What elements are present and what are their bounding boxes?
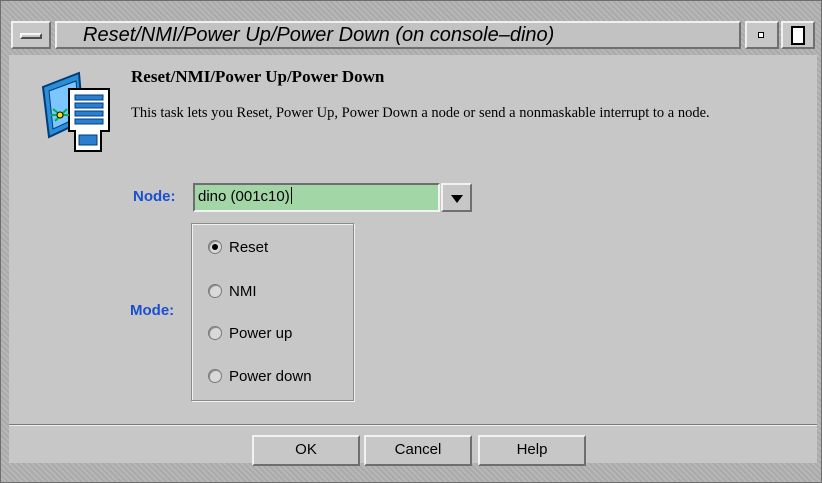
maximize-icon: [791, 26, 805, 45]
mode-radio-group: Reset NMI Power up Power down: [191, 223, 354, 401]
radio-label-power-up: Power up: [229, 324, 293, 342]
task-icon: [41, 71, 110, 152]
minimize-icon: [758, 32, 764, 38]
cancel-button[interactable]: Cancel: [364, 435, 472, 466]
mode-label: Mode:: [130, 302, 175, 319]
radio-option-power-down[interactable]: Power down: [208, 365, 312, 387]
radio-option-reset[interactable]: Reset: [208, 236, 268, 258]
dialog-content: Reset/NMI/Power Up/Power Down This task …: [9, 55, 817, 466]
node-dropdown-button[interactable]: [441, 183, 472, 212]
ok-button[interactable]: OK: [252, 435, 360, 466]
task-title: Reset/NMI/Power Up/Power Down: [131, 67, 385, 86]
radio-button[interactable]: [208, 369, 222, 383]
radio-button[interactable]: [208, 326, 222, 340]
radio-button-checked[interactable]: [208, 240, 222, 254]
radio-label-nmi: NMI: [229, 282, 257, 300]
minimize-button[interactable]: [745, 21, 779, 49]
node-input-value: dino (001c10): [198, 188, 290, 205]
task-description: This task lets you Reset, Power Up, Powe…: [131, 105, 710, 121]
radio-button[interactable]: [208, 284, 222, 298]
dropdown-arrow-icon: [451, 195, 463, 203]
window-menu-icon: [20, 33, 42, 39]
node-input[interactable]: dino (001c10): [193, 183, 440, 212]
radio-label-reset: Reset: [229, 238, 269, 256]
radio-option-power-up[interactable]: Power up: [208, 322, 292, 344]
text-caret: [290, 187, 292, 204]
window-title[interactable]: Reset/NMI/Power Up/Power Down (on consol…: [55, 21, 741, 49]
node-label: Node:: [133, 188, 176, 205]
window-menu-button[interactable]: [11, 21, 51, 49]
button-separator: [9, 424, 817, 426]
radio-option-nmi[interactable]: NMI: [208, 280, 257, 302]
maximize-button[interactable]: [781, 21, 815, 49]
help-button[interactable]: Help: [478, 435, 586, 466]
radio-label-power-down: Power down: [229, 367, 312, 385]
dialog-window: Reset/NMI/Power Up/Power Down (on consol…: [0, 0, 822, 483]
title-bar[interactable]: Reset/NMI/Power Up/Power Down (on consol…: [9, 8, 817, 55]
